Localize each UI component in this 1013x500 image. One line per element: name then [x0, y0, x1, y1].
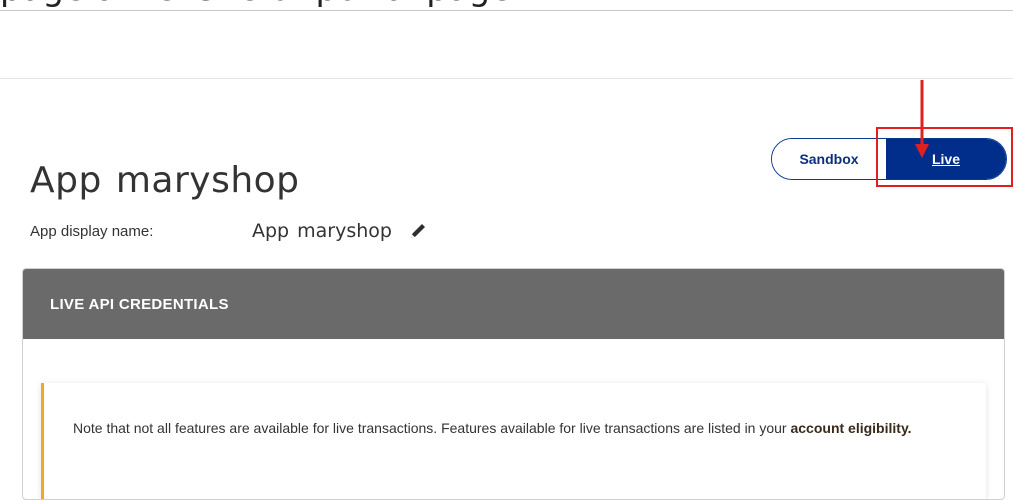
title-word-2: maryshop	[115, 160, 300, 202]
display-name-word-1: App	[252, 220, 290, 242]
live-transactions-note: Note that not all features are available…	[41, 383, 986, 499]
account-eligibility-link[interactable]: account eligibility.	[790, 420, 911, 436]
display-name-value: App maryshop	[252, 220, 392, 242]
display-name-word-2: maryshop	[297, 220, 392, 242]
page-title: App maryshop	[30, 160, 300, 201]
note-text: Note that not all features are available…	[73, 420, 791, 436]
annotation-arrow-icon	[915, 80, 929, 158]
display-name-label: App display name:	[30, 222, 154, 240]
credentials-header: LIVE API CREDENTIALS	[23, 269, 1004, 339]
pencil-icon[interactable]	[408, 221, 428, 241]
credentials-card: LIVE API CREDENTIALS Note that not all f…	[22, 268, 1005, 500]
display-name-row: App display name: App maryshop	[30, 220, 428, 242]
title-word-1: App	[30, 160, 102, 202]
